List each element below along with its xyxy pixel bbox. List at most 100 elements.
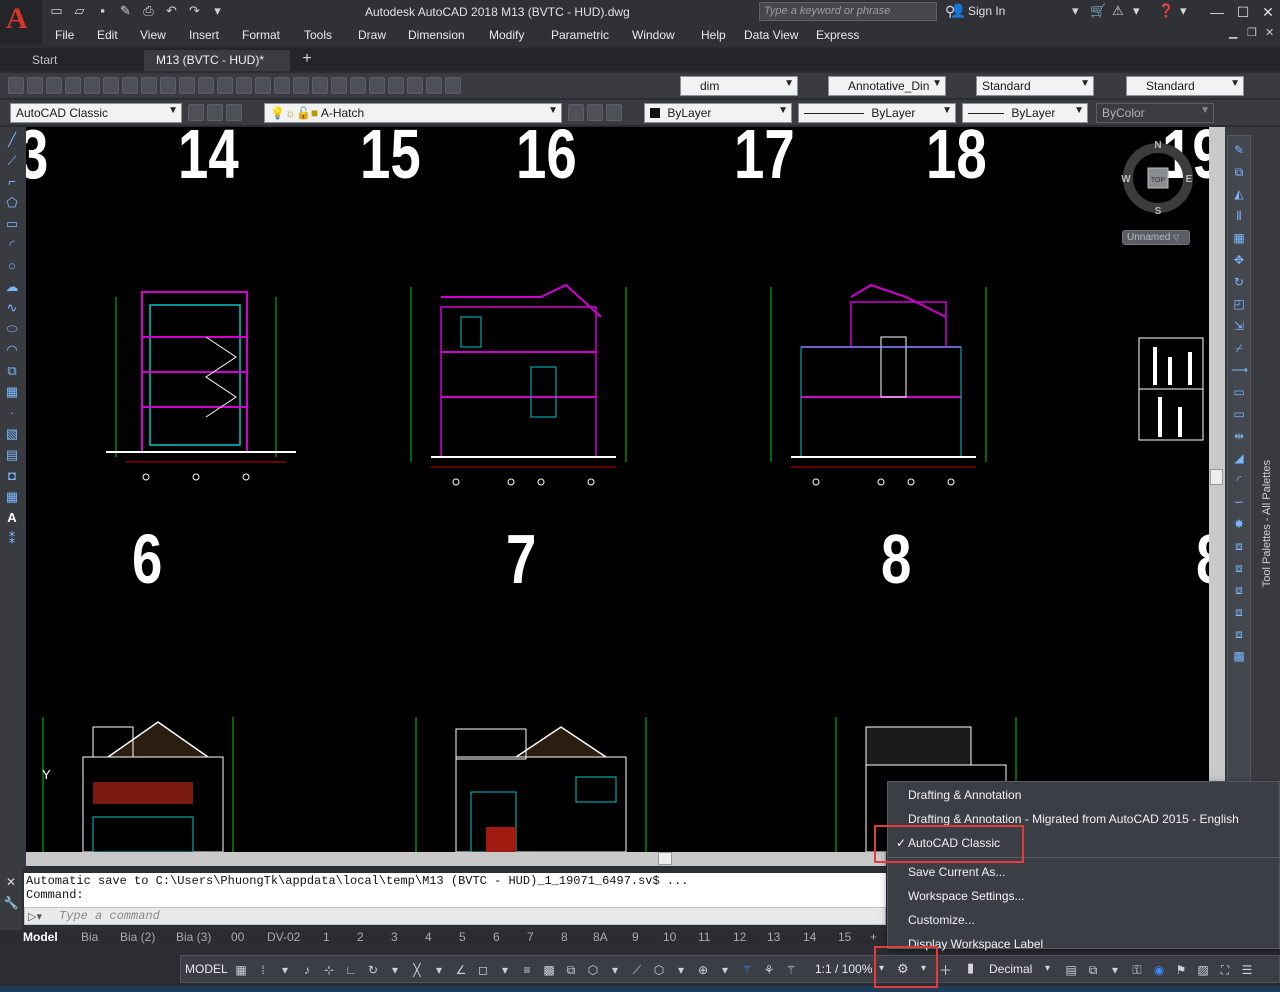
layout-tab[interactable]: 8 [561,930,568,944]
selection-filter-dropdown-icon[interactable]: ▾ [673,962,689,978]
annotation-visibility-icon[interactable]: ⚚ [739,962,755,978]
make-block-icon[interactable]: ▦ [4,384,20,400]
viewcube-north[interactable]: N [1154,140,1161,151]
zoom-previous-icon[interactable] [312,77,328,94]
workspace-item-drafting-migrated[interactable]: Drafting & Annotation - Migrated from Au… [908,812,1239,826]
revision-cloud-icon[interactable]: ☁ [4,279,20,295]
explode-icon[interactable]: ✸ [1231,516,1247,532]
zoom-realtime-icon[interactable] [274,77,290,94]
hatch-back-icon[interactable]: ▩ [1231,648,1247,664]
layout-tab[interactable]: 11 [698,930,710,944]
rectangle-icon[interactable]: ▭ [4,216,20,232]
user-icon[interactable]: 👤 [950,3,966,19]
model-space-button[interactable]: MODEL [185,962,228,976]
layout-tab[interactable]: 14 [803,930,816,944]
snap-dropdown-icon[interactable]: ▾ [277,962,293,978]
gradient-icon[interactable]: ▤ [4,447,20,463]
a360-dropdown-icon[interactable]: ▾ [1133,3,1140,19]
gizmo-dropdown-icon[interactable]: ▾ [717,962,733,978]
properties-icon[interactable] [331,77,347,94]
viewcube-west[interactable]: W [1121,174,1131,185]
trim-icon[interactable]: ⌿ [1231,340,1247,356]
layer-properties-icon[interactable] [226,104,242,121]
menu-express[interactable]: Express [816,28,859,42]
layout-tab[interactable]: 12 [733,930,746,944]
layout-tab[interactable]: 1 [323,930,330,944]
mirror-icon[interactable]: ◭ [1231,186,1247,202]
table-icon[interactable]: ▦ [4,489,20,505]
break-at-point-icon[interactable]: ▭ [1231,384,1247,400]
break-icon[interactable]: ▭ [1231,406,1247,422]
horizontal-scrollbar[interactable] [26,852,886,866]
gizmo-icon[interactable]: ⊕ [695,962,711,978]
doc-minimize-icon[interactable]: ▁ [1229,26,1237,39]
layout-tab[interactable]: 5 [459,930,466,944]
save-as-icon[interactable]: ✎ [117,3,134,19]
layout-tab[interactable]: 4 [425,930,432,944]
clean-screen-helper-icon[interactable]: ⚑ [1173,962,1189,978]
layout-tab[interactable]: Bia [81,930,98,944]
object-snap-icon[interactable]: ◻ [475,962,491,978]
drawing-canvas[interactable]: 3 14 15 16 17 18 19 6 7 8 8 [26,127,1209,852]
menu-format[interactable]: Format [242,28,280,42]
close-icon[interactable]: ✕ [0,875,22,889]
new-file-icon[interactable]: ▭ [48,3,65,19]
layout-tab[interactable]: Bia (3) [176,930,211,944]
dim-style-combo[interactable]: Annotative_Din ▼ [828,76,946,96]
customize-item[interactable]: Customize... [908,913,975,927]
make-current-layer-icon[interactable] [568,104,584,121]
viewcube-south[interactable]: S [1155,206,1162,217]
graphics-performance-icon[interactable]: ▨ [1195,962,1211,978]
save-icon[interactable]: ▪ [94,3,111,19]
hatch-icon[interactable]: ▧ [4,426,20,442]
menu-view[interactable]: View [140,28,166,42]
menu-draw[interactable]: Draw [358,28,386,42]
save-icon-2[interactable] [46,77,62,94]
layout-tab[interactable]: 8A [593,930,608,944]
sign-in-button[interactable]: Sign In [968,4,1005,18]
layout-tab[interactable]: Bia (2) [120,930,155,944]
text-front-icon[interactable]: ⧈ [1231,626,1247,642]
menu-dimension[interactable]: Dimension [408,28,465,42]
layer-match-icon[interactable] [606,104,622,121]
object-snap-dropdown-icon[interactable]: ▾ [497,962,513,978]
plot-preview-icon[interactable] [84,77,100,94]
point-icon[interactable]: · [4,405,20,421]
cut-icon[interactable] [141,77,157,94]
clean-screen-icon[interactable]: ⛶ [1217,962,1233,978]
layout-tab[interactable]: 7 [527,930,534,944]
snap-icon[interactable]: ⁞ [255,962,271,978]
save-current-as-item[interactable]: Save Current As... [908,865,1005,879]
help-icon[interactable]: ❓ [1158,3,1174,19]
command-prompt-icon[interactable]: ▷▾ [28,910,42,923]
print-icon[interactable]: ⎙ [140,3,157,19]
ucs-menu-button[interactable]: Unnamed ▽ [1122,230,1190,245]
pan-icon[interactable] [255,77,271,94]
tool-palettes-icon[interactable] [369,77,385,94]
help-dropdown-icon[interactable]: ▾ [1180,3,1187,19]
workspace-extra-icon[interactable] [207,104,223,121]
help-search-input[interactable]: Type a keyword or phrase [759,2,937,21]
horizontal-scroll-thumb[interactable] [658,852,672,865]
doc-close-icon[interactable]: ✕ [1265,26,1274,39]
auto-scale-icon[interactable]: ⚘ [761,962,777,978]
customization-icon[interactable]: ☰ [1239,962,1255,978]
isodraft-icon[interactable]: ╳ [409,962,425,978]
move-icon[interactable]: ✥ [1231,252,1247,268]
lineweight-icon[interactable]: ≡ [519,962,535,978]
polar-dropdown-icon[interactable]: ▾ [387,962,403,978]
quick-properties-icon[interactable]: ▤ [1063,962,1079,978]
quickcalc-icon[interactable] [426,77,442,94]
menu-insert[interactable]: Insert [189,28,219,42]
menu-tools[interactable]: Tools [304,28,332,42]
open-file-icon[interactable]: ▱ [71,3,88,19]
erase-icon[interactable]: ✎ [1231,142,1247,158]
workspace-settings-icon[interactable] [188,104,204,121]
markup-icon[interactable] [407,77,423,94]
copy-icon[interactable] [160,77,176,94]
table-style-combo[interactable]: Standard ▼ [976,76,1094,96]
customize-qa-icon[interactable]: ▾ [209,3,226,19]
help-icon-2[interactable] [445,77,461,94]
new-tab-icon[interactable]: + [296,51,318,69]
ellipse-icon[interactable]: ⬭ [4,321,20,337]
